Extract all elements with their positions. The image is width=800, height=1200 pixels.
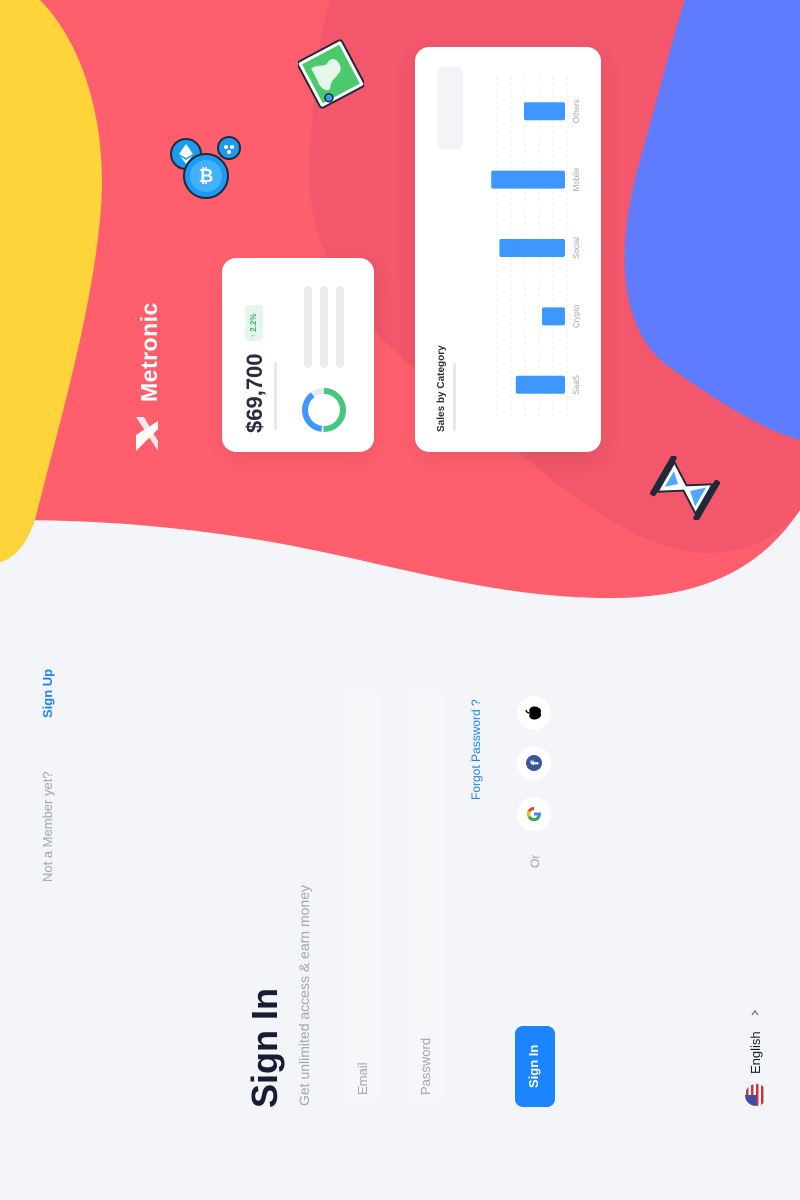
facebook-signin-button[interactable]: f — [517, 746, 551, 780]
chart-bar-social — [499, 239, 565, 257]
stat-value: $69,700 — [242, 353, 267, 433]
email-placeholder: Email — [355, 1062, 370, 1095]
stat-change-text: ↑ 2.2% — [249, 313, 258, 338]
chart-bar-crypto — [542, 307, 565, 326]
chart-category-label: Crypto — [572, 304, 581, 328]
stat-card: $69,700 ↑ 2.2% — [222, 258, 374, 452]
google-icon — [527, 806, 542, 822]
sales-by-category-card: Sales by Category SaaS Crypto Social Mobile… — [415, 47, 601, 452]
language-label[interactable]: English — [748, 1031, 764, 1074]
signup-link[interactable]: Sign Up — [40, 669, 56, 718]
sales-bar-chart: SaaS Crypto Social Mobile Others — [491, 77, 581, 419]
chart-category-label: SaaS — [572, 375, 581, 395]
password-placeholder: Password — [418, 1037, 433, 1095]
signin-button-label: Sign In — [526, 1044, 541, 1088]
google-signin-button[interactable] — [517, 797, 551, 831]
or-separator: Or — [528, 854, 542, 868]
signin-subtitle: Get unlimited access & earn money — [296, 885, 312, 1106]
hourglass-icon — [650, 456, 720, 520]
forgot-password-link[interactable]: Forgot Password ? — [468, 699, 484, 800]
map-icon — [298, 39, 364, 109]
stat-placeholder-bar — [336, 286, 344, 368]
chevron-down-icon[interactable] — [750, 1008, 760, 1018]
svg-text:f: f — [529, 760, 542, 765]
logo-mark-icon — [136, 417, 158, 451]
chart-bar-others — [524, 102, 565, 121]
facebook-icon: f — [526, 755, 542, 771]
apple-icon — [525, 706, 542, 720]
stat-placeholder-bar — [304, 286, 312, 368]
stat-placeholder-bar — [320, 286, 328, 368]
chart-bar-mobile — [491, 170, 565, 189]
member-prompt: Not a Member yet? — [40, 771, 55, 882]
stat-underline — [274, 362, 277, 430]
us-flag-icon[interactable] — [744, 1083, 768, 1107]
sign-in-page: Metronic $69,700 ↑ 2.2% Sales by Categor… — [0, 0, 800, 1200]
brand-name: Metronic — [136, 302, 162, 402]
chart-bar-saas — [515, 375, 565, 394]
apple-signin-button[interactable] — [517, 696, 551, 730]
crypto-coins-icon: ₿ — [170, 136, 241, 199]
chart-category-label: Social — [572, 237, 581, 259]
donut-chart-icon — [302, 388, 346, 432]
chart-category-label: Mobile — [572, 167, 581, 191]
background-shapes — [0, 0, 800, 599]
signin-title: Sign In — [244, 988, 285, 1108]
svg-text:₿: ₿ — [199, 166, 214, 187]
chart-category-label: Others — [572, 99, 581, 123]
email-field[interactable] — [342, 692, 380, 1106]
